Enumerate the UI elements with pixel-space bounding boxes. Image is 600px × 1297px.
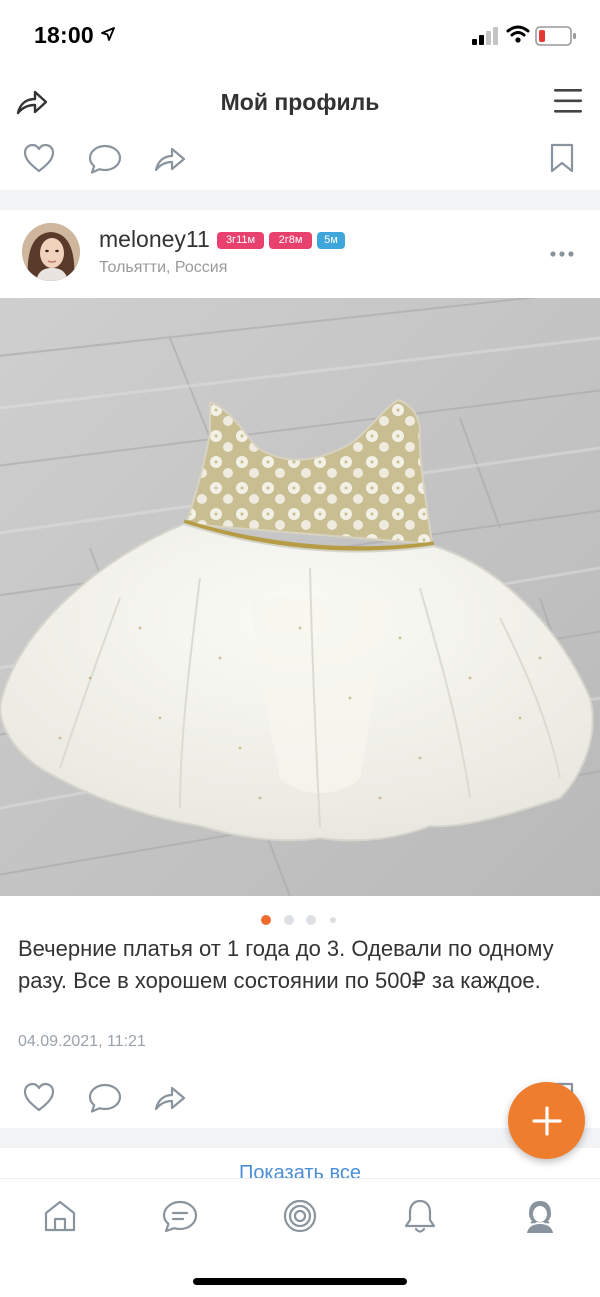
post-author-username[interactable]: meloney11 xyxy=(99,226,210,253)
carousel-dot xyxy=(284,915,294,925)
post-header: meloney11 3г11м 2г8м 5м Тольятти, Россия xyxy=(0,210,600,298)
battery-low-icon xyxy=(535,26,576,46)
tab-home[interactable] xyxy=(32,1193,88,1239)
bookmark-icon[interactable] xyxy=(549,142,575,174)
tab-target[interactable] xyxy=(272,1193,328,1239)
carousel-dot-active xyxy=(261,915,271,925)
menu-icon[interactable] xyxy=(552,86,584,116)
home-indicator xyxy=(193,1278,407,1285)
home-icon xyxy=(44,1200,76,1232)
comment-bubble-icon[interactable] xyxy=(87,1082,123,1114)
post-description: Вечерние платья от 1 года до 3. Одевали … xyxy=(18,936,554,993)
plus-icon xyxy=(531,1105,562,1136)
tab-notifications[interactable] xyxy=(392,1193,448,1239)
child-age-badge: 3г11м xyxy=(217,232,264,249)
create-post-fab[interactable] xyxy=(508,1082,585,1159)
post-date: 04.09.2021, 11:21 xyxy=(18,1033,146,1050)
share-icon[interactable] xyxy=(152,1082,188,1114)
post-location: Тольятти, Россия xyxy=(99,259,228,276)
location-arrow-icon xyxy=(101,27,115,41)
share-icon[interactable] xyxy=(152,143,188,175)
status-time: 18:00 xyxy=(34,22,94,48)
comment-bubble-icon[interactable] xyxy=(87,143,123,175)
top-navigation-bar: Мой профиль xyxy=(0,72,600,132)
show-all-link[interactable]: Показать все xyxy=(0,1162,600,1178)
page-title: Мой профиль xyxy=(220,89,380,115)
like-heart-icon[interactable] xyxy=(22,1081,56,1113)
child-age-badge: 2г8м xyxy=(269,232,312,249)
post-photo[interactable] xyxy=(0,298,600,896)
cellular-signal-icon xyxy=(472,27,498,45)
profile-icon xyxy=(527,1201,553,1233)
wifi-icon xyxy=(506,25,530,43)
notifications-bell-icon xyxy=(404,1199,436,1233)
photo-carousel-indicator xyxy=(0,914,600,926)
tab-messages[interactable] xyxy=(152,1193,208,1239)
previous-post-actions xyxy=(0,134,600,184)
child-age-badge: 5м xyxy=(317,232,345,249)
like-heart-icon[interactable] xyxy=(22,142,56,174)
messages-icon xyxy=(162,1200,198,1233)
more-options-icon[interactable] xyxy=(549,250,575,258)
tab-profile[interactable] xyxy=(512,1193,568,1239)
status-bar: 18:00 xyxy=(0,0,600,70)
carousel-dot xyxy=(330,917,336,923)
carousel-dot xyxy=(306,915,316,925)
target-icon xyxy=(283,1199,317,1233)
avatar[interactable] xyxy=(22,223,80,281)
section-divider xyxy=(0,190,600,210)
